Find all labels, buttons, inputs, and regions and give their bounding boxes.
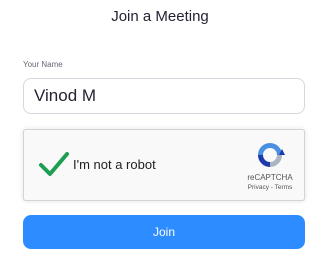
- recaptcha-widget: I'm not a robot reCAPTCHA Privacy - Term…: [23, 129, 305, 201]
- checkmark-icon: [39, 152, 69, 176]
- links-separator: -: [270, 184, 273, 191]
- recaptcha-logo: reCAPTCHA Privacy - Terms: [242, 140, 298, 196]
- recaptcha-links: Privacy - Terms: [242, 184, 298, 191]
- your-name-input[interactable]: [23, 78, 305, 114]
- recaptcha-label: I'm not a robot: [73, 157, 156, 172]
- recaptcha-brand: reCAPTCHA: [247, 173, 293, 182]
- recaptcha-logo-icon: [258, 143, 285, 167]
- recaptcha-checkbox[interactable]: [38, 150, 70, 178]
- your-name-label: Your Name: [23, 60, 63, 69]
- terms-link[interactable]: Terms: [275, 184, 293, 191]
- privacy-link[interactable]: Privacy: [248, 184, 269, 191]
- join-meeting-dialog: Join a Meeting Your Name I'm not a robot…: [0, 0, 320, 263]
- page-title: Join a Meeting: [111, 8, 209, 25]
- join-button[interactable]: Join: [23, 215, 305, 249]
